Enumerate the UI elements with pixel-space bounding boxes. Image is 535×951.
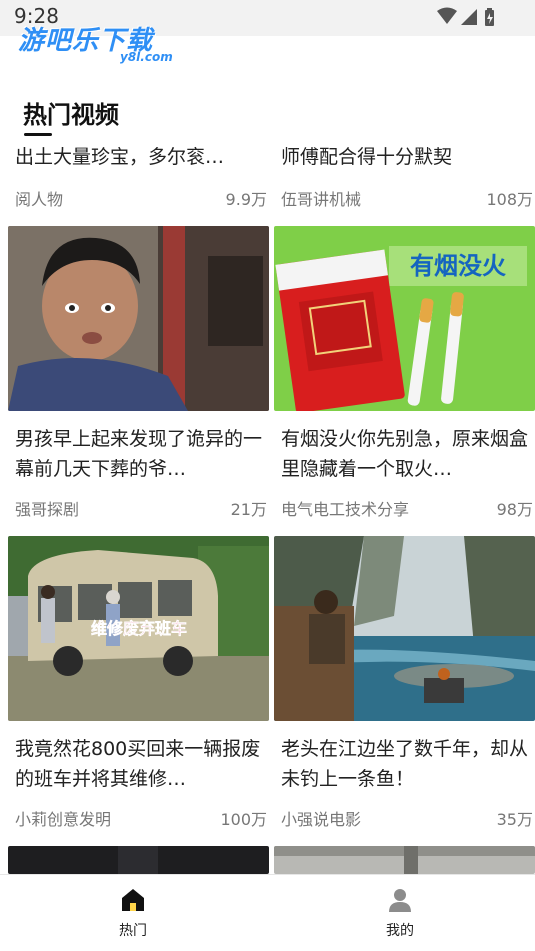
video-card[interactable]: [274, 846, 535, 874]
video-card[interactable]: 出土大量珍宝，多尔衮… 阅人物 9.9万: [8, 140, 269, 210]
wifi-icon: [437, 7, 457, 24]
video-views: 98万: [496, 500, 533, 519]
video-views: 9.9万: [225, 190, 267, 209]
thumbnail-image: [8, 226, 269, 411]
thumbnail-image: 维修废弃班车: [8, 536, 269, 721]
tab-mine[interactable]: 我的: [340, 875, 460, 951]
status-icons: [437, 7, 494, 26]
video-author: 强哥探剧: [15, 500, 80, 519]
bottom-tab-bar: 热门 我的: [0, 874, 535, 951]
video-card[interactable]: 有烟没火 有烟没火你先别急，原来烟盒里隐藏着一个取火… 电气电工技术分享 98万: [274, 226, 535, 526]
video-card[interactable]: 老头在江边坐了数千年，却从未钓上一条鱼！ 小强说电影 35万: [274, 536, 535, 836]
video-thumbnail[interactable]: [8, 226, 269, 411]
video-title: 老头在江边坐了数千年，却从未钓上一条鱼！: [281, 738, 529, 790]
user-icon: [389, 889, 411, 912]
thumbnail-image: [274, 846, 535, 874]
battery-icon: [485, 8, 494, 26]
video-card[interactable]: 师傅配合得十分默契 伍哥讲机械 108万: [274, 140, 535, 210]
video-title: 男孩早上起来发现了诡异的一幕前几天下葬的爷…: [15, 428, 263, 480]
video-card[interactable]: 维修废弃班车 我竟然花800买回来一辆报废的班车并将其维修… 小莉创意发明 10…: [8, 536, 269, 836]
section-title-underline: [24, 133, 52, 136]
video-thumbnail[interactable]: [8, 846, 269, 874]
thumbnail-image: [274, 536, 535, 721]
video-author: 阅人物: [15, 190, 64, 209]
thumbnail-image: [8, 846, 269, 874]
video-views: 100万: [220, 810, 267, 829]
video-thumbnail[interactable]: 有烟没火: [274, 226, 535, 411]
tab-hot[interactable]: 热门: [73, 875, 193, 951]
video-author: 小莉创意发明: [15, 810, 112, 829]
video-views: 21万: [230, 500, 267, 519]
tab-mine-label: 我的: [386, 923, 414, 939]
video-views: 108万: [486, 190, 533, 209]
video-author: 伍哥讲机械: [281, 190, 362, 209]
watermark-domain: y8l.com: [120, 50, 173, 64]
thumbnail-image: 有烟没火: [274, 226, 535, 411]
video-title: 有烟没火你先别急，原来烟盒里隐藏着一个取火…: [281, 428, 529, 480]
video-title: 我竟然花800买回来一辆报废的班车并将其维修…: [15, 738, 261, 790]
video-thumbnail[interactable]: 维修废弃班车: [8, 536, 269, 721]
thumbnail-caption: 维修废弃班车: [91, 619, 187, 638]
video-author: 电气电工技术分享: [281, 500, 410, 519]
video-thumbnail[interactable]: [274, 846, 535, 874]
watermark-logo: 游吧乐下载 y8l.com: [18, 20, 188, 68]
video-author: 小强说电影: [281, 810, 362, 829]
video-thumbnail[interactable]: [274, 536, 535, 721]
home-icon: [122, 889, 144, 911]
video-title: 师傅配合得十分默契: [281, 146, 453, 168]
video-card[interactable]: 男孩早上起来发现了诡异的一幕前几天下葬的爷… 强哥探剧 21万: [8, 226, 269, 526]
video-card[interactable]: [8, 846, 269, 874]
signal-icon: [461, 9, 477, 25]
video-title: 出土大量珍宝，多尔衮…: [15, 146, 225, 168]
video-views: 35万: [496, 810, 533, 829]
tab-hot-label: 热门: [119, 923, 147, 939]
section-title: 热门视频: [23, 101, 119, 129]
thumbnail-caption: 有烟没火: [410, 252, 506, 280]
